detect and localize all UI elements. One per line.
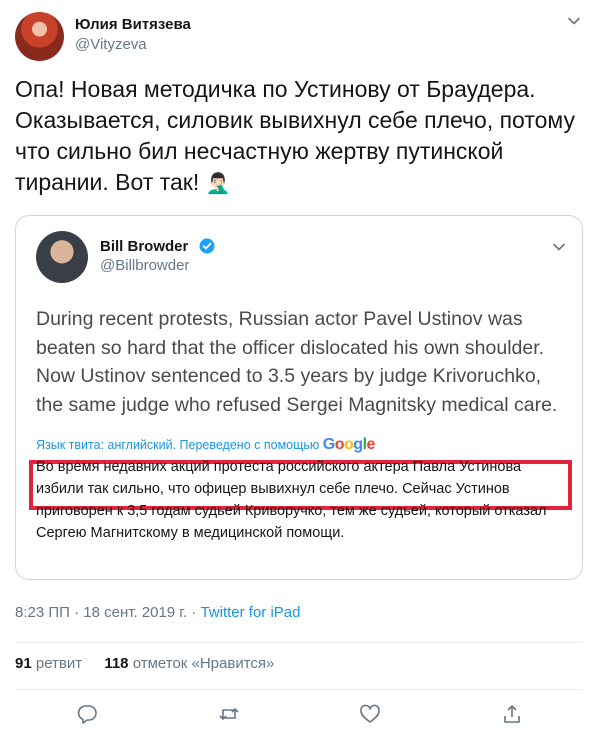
quoted-author-name[interactable]: Bill Browder	[100, 238, 188, 255]
tweet-stats: 91 ретвит 118 отметок «Нравится»	[15, 655, 274, 672]
retweets-stat[interactable]: 91 ретвит	[15, 655, 82, 672]
retweet-icon[interactable]	[218, 703, 240, 725]
likes-label: отметок «Нравится»	[132, 655, 275, 672]
facepalm-emoji: 🤦🏻‍♂️	[205, 173, 231, 195]
author-handle[interactable]: @Vityzeva	[75, 36, 147, 53]
quoted-tweet[interactable]: Bill Browder @Billbrowder During recent …	[15, 215, 583, 580]
tweet-body: Опа! Новая методичка по Устинову от Брау…	[15, 76, 575, 195]
translation-note: Язык твита: английский. Переведено с пом…	[36, 436, 375, 454]
translation-label: Язык твита: английский. Переведено с пом…	[36, 438, 320, 452]
retweets-label: ретвит	[35, 655, 83, 672]
verified-icon	[199, 238, 215, 254]
quoted-author-handle[interactable]: @Billbrowder	[100, 257, 189, 274]
source-link[interactable]: Twitter for iPad	[200, 604, 300, 621]
likes-stat[interactable]: 118 отметок «Нравится»	[104, 655, 274, 672]
divider	[15, 689, 583, 690]
reply-icon[interactable]	[76, 703, 98, 725]
divider	[15, 642, 583, 643]
like-icon[interactable]	[359, 703, 381, 725]
quoted-tweet-text: During recent protests, Russian actor Pa…	[36, 308, 558, 416]
share-icon[interactable]	[501, 703, 523, 725]
retweets-count: 91	[15, 655, 32, 672]
author-name[interactable]: Юлия Витязева	[75, 16, 191, 33]
tweet-header: Юлия Витязева @Vityzeva	[15, 12, 583, 62]
avatar[interactable]	[15, 12, 64, 61]
chevron-down-icon[interactable]	[567, 14, 581, 28]
translated-text: Во время недавних акций протеста российс…	[36, 459, 547, 541]
chevron-down-icon[interactable]	[552, 240, 566, 254]
timestamp[interactable]: 8:23 ПП · 18 сент. 2019 г. ·	[15, 604, 200, 621]
tweet-text: Опа! Новая методичка по Устинову от Брау…	[15, 74, 585, 200]
likes-count: 118	[104, 655, 129, 672]
google-logo: Google	[322, 436, 376, 453]
tweet-meta: 8:23 ПП · 18 сент. 2019 г. · Twitter for…	[15, 604, 301, 621]
quoted-avatar[interactable]	[36, 231, 88, 283]
